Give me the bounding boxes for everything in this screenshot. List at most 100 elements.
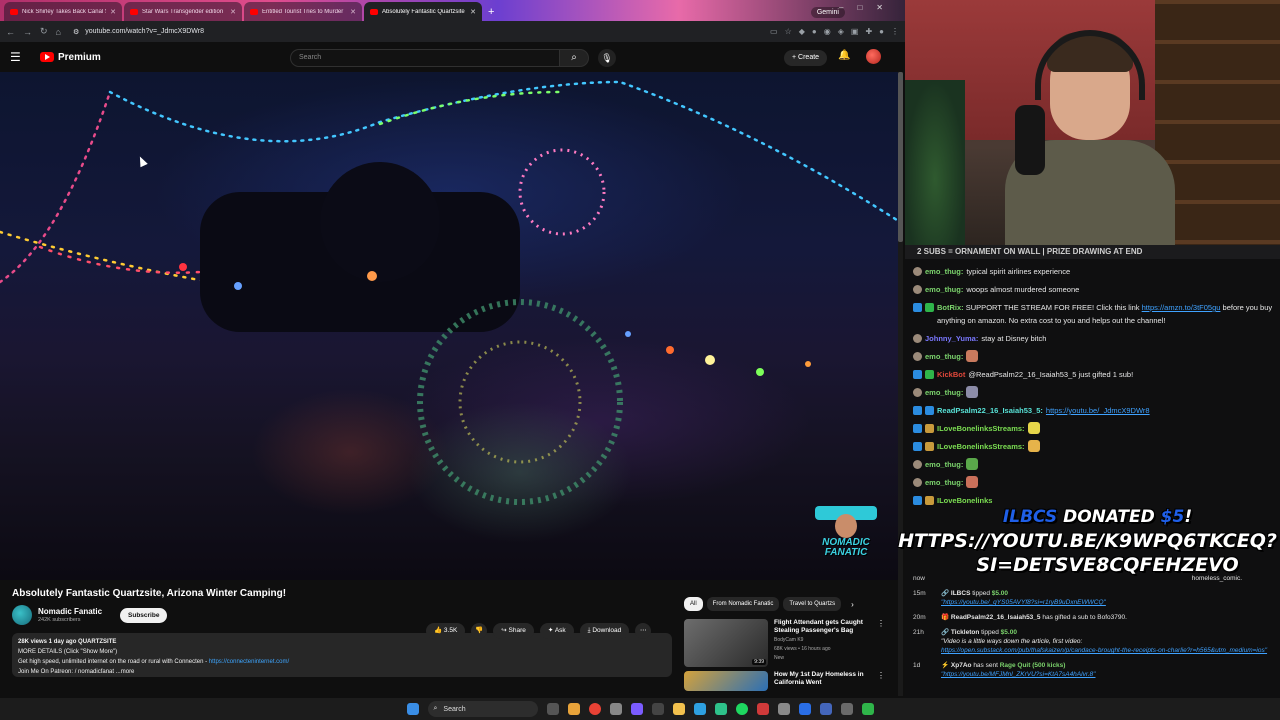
chevron-right-icon[interactable]: › — [851, 600, 854, 609]
chat-username[interactable]: emo_thug: — [925, 265, 963, 278]
page-scrollbar[interactable] — [898, 72, 903, 696]
chip-from-channel[interactable]: From Nomadic Fanatic — [706, 597, 780, 611]
close-icon[interactable]: ✕ — [350, 8, 356, 16]
dislike-button[interactable]: 👎 — [471, 623, 488, 639]
hamburger-menu-icon[interactable]: ☰ — [10, 50, 28, 64]
chrome-icon[interactable] — [588, 703, 601, 715]
chat-username[interactable]: KickBot — [937, 368, 965, 381]
close-icon[interactable]: ✕ — [230, 8, 236, 16]
app-icon[interactable] — [861, 703, 874, 715]
taskbar-search[interactable]: ⌕ Search — [427, 701, 538, 717]
channel-avatar[interactable] — [12, 605, 32, 625]
chat-username[interactable]: ILoveBonelinksStreams: — [937, 422, 1025, 435]
activity-body: homeless_comic. — [935, 574, 1280, 583]
spotify-icon[interactable] — [735, 703, 748, 715]
more-options-icon[interactable]: ⋮ — [877, 619, 885, 628]
browser-tab[interactable]: Entitled Tourist Tries to Murder ✕ — [244, 2, 362, 21]
extension-icon[interactable]: ◆ — [799, 27, 805, 36]
app-icon[interactable] — [693, 703, 706, 715]
chat-username[interactable]: emo_thug: — [925, 386, 963, 399]
menu-kebab-icon[interactable]: ⋮ — [891, 27, 899, 36]
app-icon[interactable] — [819, 703, 832, 715]
forward-icon[interactable]: → — [23, 27, 32, 37]
back-icon[interactable]: ← — [6, 27, 15, 37]
chat-username[interactable]: ReadPsalm22_16_Isaiah53_5: — [937, 404, 1043, 417]
related-video-item[interactable]: How My 1st Day Homeless in California We… — [684, 671, 889, 691]
video-thumbnail[interactable] — [684, 671, 768, 691]
extension-icon[interactable]: ◈ — [838, 27, 844, 36]
task-view-icon[interactable] — [546, 703, 559, 715]
notifications-bell-icon[interactable]: 🔔 — [838, 50, 850, 61]
extension-icon[interactable]: ◉ — [824, 27, 831, 36]
window-controls[interactable]: –□✕ — [839, 3, 897, 12]
activity-link[interactable]: https://open.substack.com/pub/thafskaize… — [941, 647, 1267, 654]
chat-username[interactable]: emo_thug: — [925, 476, 963, 489]
browser-tab[interactable]: Nick Shirley Takes Back Canal S ✕ — [4, 2, 122, 21]
connecten-link[interactable]: https://connecteninternet.com/ — [209, 659, 289, 665]
app-icon[interactable] — [567, 703, 580, 715]
activity-link[interactable]: "https://youtu.be/MFJMnl_ZKrVU?si=KtA7sA… — [941, 671, 1095, 678]
microphone-icon[interactable]: 🎙 — [598, 49, 616, 67]
create-button[interactable]: + Create — [784, 50, 828, 66]
activity-user[interactable]: ReadPsalm22_16_Isaiah53_5 — [951, 614, 1041, 621]
app-icon[interactable] — [651, 703, 664, 715]
share-button[interactable]: ↪ Share — [493, 623, 534, 639]
chip-all[interactable]: All — [684, 597, 703, 611]
app-icon[interactable] — [630, 703, 643, 715]
chat-username[interactable]: Johnny_Yuma: — [925, 332, 978, 345]
extension-icon[interactable]: ● — [812, 27, 817, 36]
youtube-logo[interactable]: Premium — [40, 52, 101, 63]
video-player[interactable]: NOMADIC FANATIC — [0, 72, 900, 580]
activity-link[interactable]: "https://youtu.be/_qYS05AVYf8?si=r1ryB9u… — [941, 599, 1106, 606]
close-icon[interactable]: ✕ — [110, 8, 116, 16]
more-options-icon[interactable]: ⋮ — [877, 671, 885, 680]
chat-username[interactable]: BotRix: — [937, 303, 964, 312]
activity-user[interactable]: ILBCS — [951, 590, 971, 597]
related-video-item[interactable]: 9:39 Flight Attendant gets Caught Steali… — [684, 619, 889, 667]
patreon-link[interactable]: / nomadicfanat ...more — [75, 669, 135, 675]
like-button[interactable]: 👍 3.5K — [426, 623, 466, 639]
activity-user[interactable]: Tickleton — [951, 629, 979, 636]
url-field[interactable]: ⚙ youtube.com/watch?v=_JdmcX9DWr8 — [68, 24, 763, 39]
activity-user[interactable]: Xp7Ao — [951, 662, 972, 669]
scrollbar-thumb[interactable] — [898, 72, 903, 242]
new-tab-icon[interactable]: + — [488, 6, 494, 18]
channel-watermark[interactable]: NOMADIC FANATIC — [806, 506, 886, 566]
windows-start-icon[interactable] — [406, 703, 419, 715]
search-input[interactable]: Search — [290, 49, 560, 67]
app-icon[interactable] — [840, 703, 853, 715]
youtube-link[interactable]: https://youtu.be/_JdmcX9DWr8 — [1046, 404, 1150, 417]
chip-travel[interactable]: Travel to Quartzs — [783, 597, 842, 611]
account-avatar[interactable] — [866, 49, 881, 64]
search-icon[interactable]: ⌕ — [559, 49, 589, 67]
puzzle-icon[interactable]: ✚ — [865, 27, 872, 36]
chat-username[interactable]: emo_thug: — [925, 283, 963, 296]
home-icon[interactable]: ⌂ — [56, 27, 61, 37]
profile-icon[interactable]: ● — [879, 27, 884, 36]
description-box[interactable]: 28K views 1 day ago QUARTZSITE MORE DETA… — [12, 633, 672, 677]
chat-username[interactable]: emo_thug: — [925, 458, 963, 471]
channel-name[interactable]: Nomadic Fanatic — [38, 607, 102, 616]
chat-username[interactable]: emo_thug: — [925, 350, 963, 363]
browser-tab-active[interactable]: Absolutely Fantastic Quartzsite ✕ — [364, 2, 482, 21]
app-icon[interactable] — [714, 703, 727, 715]
bookmark-star-icon[interactable]: ☆ — [785, 27, 792, 36]
browser-tab[interactable]: Star Wars Transgender edition ✕ — [124, 2, 242, 21]
site-info-icon[interactable]: ⚙ — [73, 28, 79, 36]
cast-icon[interactable]: ▭ — [770, 27, 778, 36]
reload-icon[interactable]: ↻ — [40, 26, 48, 37]
app-icon[interactable] — [609, 703, 622, 715]
amazon-link[interactable]: https://amzn.to/3tF05gu — [1142, 303, 1221, 312]
app-icon[interactable] — [798, 703, 811, 715]
ask-button[interactable]: ✦ Ask — [539, 623, 574, 639]
extension-icon[interactable]: ▣ — [851, 27, 859, 36]
close-icon[interactable]: ✕ — [470, 8, 476, 16]
app-icon[interactable] — [756, 703, 769, 715]
video-thumbnail[interactable]: 9:39 — [684, 619, 768, 667]
app-icon[interactable] — [777, 703, 790, 715]
chat-username[interactable]: ILoveBonelinksStreams: — [937, 440, 1025, 453]
download-button[interactable]: ⤓ Download — [579, 623, 630, 639]
more-actions-icon[interactable]: ⋯ — [635, 623, 652, 639]
subscribe-button[interactable]: Subscribe — [120, 607, 168, 623]
file-explorer-icon[interactable] — [672, 703, 685, 715]
